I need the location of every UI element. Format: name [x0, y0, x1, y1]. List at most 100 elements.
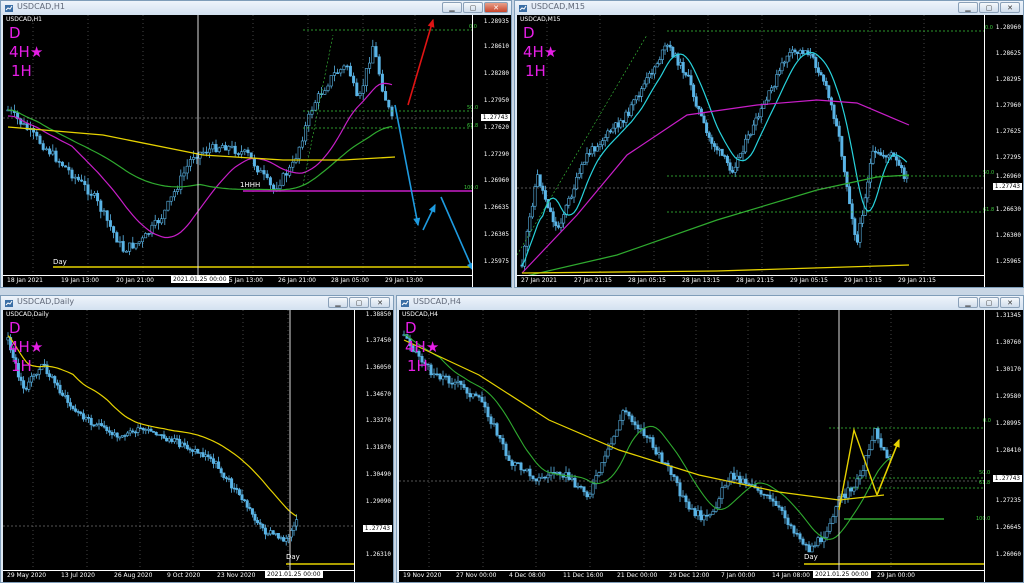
- candle-body: [32, 374, 36, 377]
- time-tick: 26 Jan 21:00: [278, 277, 316, 284]
- time-axis[interactable]: 27 Jan 2021 27 Jan 21:15 28 Jan 05:15 28…: [517, 275, 985, 287]
- candle-body: [126, 432, 130, 436]
- candle-body: [256, 165, 260, 173]
- maximize-button[interactable]: ▢: [349, 297, 369, 308]
- candlestick-plot: [3, 15, 473, 276]
- candle-body: [694, 96, 698, 107]
- current-price-box: 1.27743: [480, 114, 510, 121]
- candle-body: [876, 428, 880, 439]
- candle-body: [29, 376, 33, 383]
- candle-body: [686, 74, 690, 77]
- time-tick: 23 Nov 2020: [217, 572, 256, 579]
- candle-body: [873, 428, 877, 441]
- candle-body: [172, 191, 176, 198]
- minimize-button[interactable]: ▁: [958, 2, 978, 13]
- chart-window-m15[interactable]: USDCAD,M15 ▁ ▢ ✕ USDCAD,M15 D 4H★ 1H 0.0…: [514, 0, 1024, 288]
- candle-body: [447, 375, 451, 384]
- candle-body: [191, 449, 195, 452]
- close-button[interactable]: ✕: [370, 297, 390, 308]
- candle-body: [732, 472, 736, 480]
- price-axis[interactable]: 1.31345 1.30760 1.30170 1.29580 1.28995 …: [984, 310, 1023, 582]
- candle-body: [793, 49, 797, 53]
- candle-body: [86, 184, 90, 195]
- candle-body: [214, 144, 218, 153]
- candle-body: [384, 91, 388, 101]
- title-bar[interactable]: USDCAD,H1 ▁ ▢ ✕: [1, 1, 511, 15]
- candle-body: [250, 508, 254, 515]
- price-axis[interactable]: 1.28960 1.28625 1.28295 1.27960 1.27625 …: [984, 15, 1023, 287]
- candle-body: [240, 151, 244, 155]
- candle-body: [681, 62, 685, 73]
- chart-window-daily[interactable]: USDCAD,Daily ▁ ▢ ✕ USDCAD,Daily D 4H★ 1H…: [0, 295, 394, 583]
- candle-body: [876, 152, 880, 154]
- price-chart[interactable]: USDCAD,Daily D 4H★ 1H Day 1.38850 1.3745…: [3, 310, 393, 582]
- candle-body: [121, 241, 125, 252]
- time-tick: 25 Jan 13:00: [225, 277, 263, 284]
- candle-body: [720, 148, 724, 156]
- candle-body: [504, 443, 508, 456]
- time-axis[interactable]: 29 May 2020 13 Jul 2020 26 Aug 2020 9 Oc…: [3, 570, 355, 582]
- maximize-button[interactable]: ▢: [979, 2, 999, 13]
- candle-body: [650, 72, 654, 75]
- candle-body: [170, 438, 174, 443]
- timeframe-label-d: D: [405, 319, 417, 337]
- candle-body: [387, 100, 391, 108]
- close-button[interactable]: ✕: [1000, 297, 1020, 308]
- candle-body: [835, 118, 839, 127]
- maximize-button[interactable]: ▢: [979, 297, 999, 308]
- title-bar[interactable]: USDCAD,H4 ▁ ▢ ✕: [397, 296, 1023, 310]
- candle-body: [554, 221, 558, 226]
- candle-body: [51, 150, 55, 155]
- title-bar[interactable]: USDCAD,Daily ▁ ▢ ✕: [1, 296, 393, 310]
- candle-body: [601, 140, 605, 146]
- candle-body: [193, 449, 197, 452]
- candle-body: [144, 429, 148, 431]
- candle-body: [819, 537, 823, 543]
- candle-body: [159, 434, 163, 436]
- chart-window-h1[interactable]: USDCAD,H1 ▁ ▢ ✕ USDCAD,H1 D 4H★ 1H 1HHH …: [0, 0, 512, 288]
- candle-body: [289, 530, 293, 538]
- minimize-button[interactable]: ▁: [328, 297, 348, 308]
- candle-body: [249, 152, 253, 159]
- candle-body: [206, 454, 210, 458]
- minimize-button[interactable]: ▁: [958, 297, 978, 308]
- price-axis[interactable]: 1.28935 1.28610 1.28280 1.27950 1.27743 …: [472, 15, 511, 287]
- price-chart[interactable]: USDCAD,H1 D 4H★ 1H 1HHH Day 0.0 50.0 61.…: [3, 15, 511, 287]
- candle-body: [855, 234, 859, 243]
- time-axis[interactable]: 19 Nov 2020 27 Nov 00:00 4 Dec 08:00 11 …: [399, 570, 985, 582]
- chart-window-h4[interactable]: USDCAD,H4 ▁ ▢ ✕ USDCAD,H4 D 4H★ 1H Day 0…: [396, 295, 1024, 583]
- candle-body: [182, 172, 186, 177]
- time-tick: 29 Dec 12:00: [669, 572, 710, 579]
- candle-body: [616, 122, 620, 128]
- candle-body: [789, 524, 793, 527]
- candle-body: [243, 499, 247, 502]
- maximize-button[interactable]: ▢: [463, 2, 483, 13]
- candle-body: [645, 435, 649, 438]
- candle-body: [777, 70, 781, 75]
- candle-body: [642, 428, 646, 437]
- candle-body: [754, 117, 758, 126]
- title-bar[interactable]: USDCAD,M15 ▁ ▢ ✕: [515, 1, 1023, 15]
- price-chart[interactable]: USDCAD,M15 D 4H★ 1H 0.0 50.0 61.8 1.2896…: [517, 15, 1023, 287]
- price-tick: 1.37450: [365, 337, 391, 344]
- candle-body: [266, 533, 270, 536]
- minimize-button[interactable]: ▁: [442, 2, 462, 13]
- candle-body: [731, 170, 735, 173]
- candle-body: [591, 483, 595, 495]
- candle-body: [710, 137, 714, 144]
- candle-body: [582, 161, 586, 165]
- price-axis[interactable]: 1.38850 1.37450 1.36050 1.34670 1.33270 …: [354, 310, 393, 582]
- price-chart[interactable]: USDCAD,H4 D 4H★ 1H Day 0.0 50.0 61.8 100…: [399, 310, 1023, 582]
- time-axis[interactable]: 18 Jan 2021 19 Jan 13:00 20 Jan 21:00 20…: [3, 275, 473, 287]
- candle-body: [633, 421, 637, 426]
- close-button[interactable]: ✕: [484, 2, 508, 13]
- candle-body: [867, 449, 871, 456]
- candle-body: [811, 53, 815, 58]
- candle-body: [272, 184, 276, 190]
- candle-body: [845, 171, 849, 187]
- close-button[interactable]: ✕: [1000, 2, 1020, 13]
- candle-body: [364, 68, 368, 87]
- candle-body: [160, 218, 164, 224]
- candle-body: [42, 363, 46, 366]
- candle-body: [718, 148, 722, 151]
